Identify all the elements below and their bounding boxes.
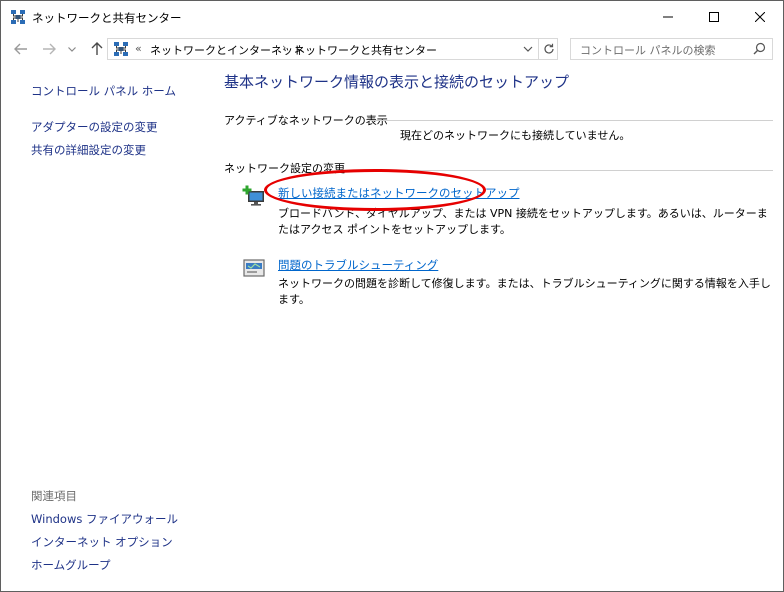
address-bar[interactable]: « ネットワークとインターネット › ネットワークと共有センター (107, 38, 558, 60)
window: ネットワークと共有センター « ネットワークとインターネット › ネットワークと… (0, 0, 784, 592)
recent-locations-button[interactable] (65, 39, 79, 59)
troubleshoot-problems-link[interactable]: 問題のトラブルシューティング (278, 257, 438, 273)
troubleshoot-icon (243, 259, 265, 277)
setup-new-connection-description: ブロードバンド、ダイヤルアップ、または VPN 接続をセットアップします。あるい… (278, 207, 768, 236)
network-center-icon (114, 42, 128, 56)
section-divider (369, 120, 773, 121)
breadcrumb-network-sharing-center[interactable]: ネットワークと共有センター (294, 42, 437, 58)
active-networks-heading: アクティブなネットワークの表示 (224, 114, 388, 127)
up-arrow-icon (91, 42, 103, 55)
change-advanced-sharing-link[interactable]: 共有の詳細設定の変更 (31, 142, 146, 158)
forward-button[interactable] (39, 39, 59, 59)
minimize-icon (663, 16, 673, 17)
back-button[interactable] (11, 39, 31, 59)
control-panel-home-link[interactable]: コントロール パネル ホーム (31, 83, 176, 99)
refresh-button[interactable] (538, 38, 559, 60)
up-button[interactable] (87, 39, 107, 59)
network-center-icon (11, 10, 25, 24)
maximize-button[interactable] (691, 1, 737, 32)
network-status-text: 現在どのネットワークにも接続していません。 (400, 129, 631, 142)
homegroup-link[interactable]: ホームグループ (31, 557, 110, 573)
address-dropdown-button[interactable] (523, 42, 533, 59)
close-button[interactable] (737, 1, 783, 32)
title-bar[interactable]: ネットワークと共有センター (1, 1, 783, 32)
breadcrumb-network-internet[interactable]: ネットワークとインターネット (150, 42, 304, 58)
search-placeholder: コントロール パネルの検索 (580, 44, 716, 57)
breadcrumb-separator[interactable]: › (282, 41, 286, 54)
breadcrumb-overflow[interactable]: « (135, 42, 142, 55)
back-arrow-icon (14, 43, 27, 55)
forward-arrow-icon (43, 43, 56, 55)
page-title: 基本ネットワーク情報の表示と接続のセットアップ (224, 73, 570, 91)
change-adapter-settings-link[interactable]: アダプターの設定の変更 (31, 119, 158, 135)
chevron-down-icon (523, 46, 533, 52)
close-icon (755, 11, 765, 22)
refresh-icon (544, 43, 554, 54)
window-title: ネットワークと共有センター (32, 11, 182, 25)
minimize-button[interactable] (645, 1, 691, 32)
chevron-down-icon (68, 46, 76, 52)
search-input[interactable]: コントロール パネルの検索 (570, 38, 773, 60)
search-icon[interactable] (753, 42, 766, 55)
new-connection-icon (242, 185, 264, 206)
internet-options-link[interactable]: インターネット オプション (31, 534, 173, 550)
related-items-heading: 関連項目 (31, 489, 77, 503)
highlight-circle (264, 169, 486, 211)
windows-firewall-link[interactable]: Windows ファイアウォール (31, 511, 178, 527)
troubleshoot-problems-description: ネットワークの問題を診断して修復します。または、トラブルシューティングに関する情… (278, 277, 771, 306)
maximize-icon (709, 11, 719, 22)
